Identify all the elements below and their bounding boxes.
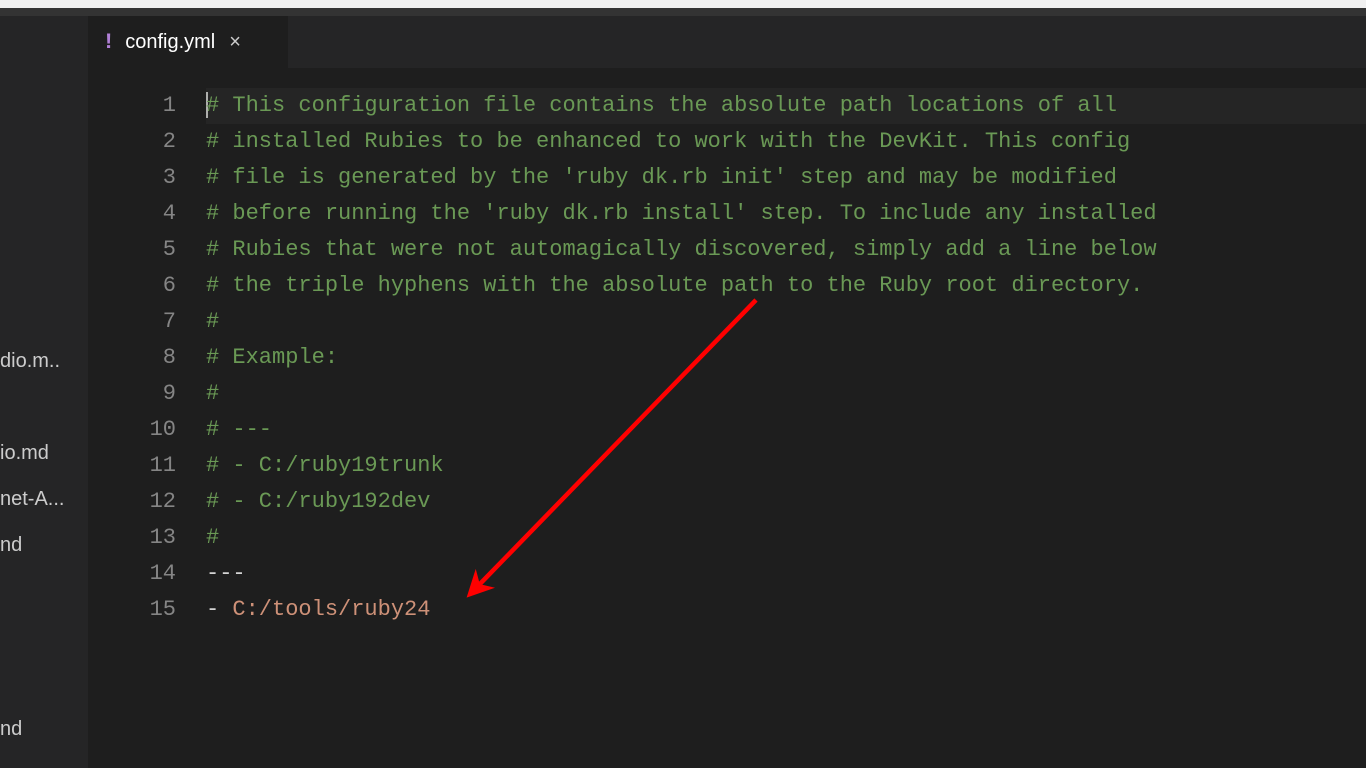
line-number: 10 bbox=[88, 412, 206, 448]
code-line[interactable]: # Example: bbox=[206, 340, 1366, 376]
code-token: --- bbox=[206, 561, 246, 586]
code-line[interactable]: # - C:/ruby19trunk bbox=[206, 448, 1366, 484]
editor-group: ! config.yml × 123456789101112131415 # T… bbox=[88, 16, 1366, 768]
code-token: # bbox=[206, 525, 219, 550]
line-number: 1 bbox=[88, 88, 206, 124]
code-line[interactable]: - C:/tools/ruby24 bbox=[206, 592, 1366, 628]
sidebar-file-fragment[interactable] bbox=[0, 384, 88, 430]
window-frame-top bbox=[0, 0, 1366, 8]
line-number: 14 bbox=[88, 556, 206, 592]
code-token: # - C:/ruby19trunk bbox=[206, 453, 444, 478]
sidebar-file-fragment[interactable]: net-A... bbox=[0, 476, 88, 522]
line-number: 12 bbox=[88, 484, 206, 520]
sidebar-file-fragment[interactable] bbox=[0, 660, 88, 706]
code-token: # bbox=[206, 309, 219, 334]
code-body[interactable]: # This configuration file contains the a… bbox=[206, 88, 1366, 768]
code-line[interactable]: # bbox=[206, 376, 1366, 412]
code-token: # the triple hyphens with the absolute p… bbox=[206, 273, 1143, 298]
tab-bar: ! config.yml × bbox=[88, 16, 1366, 68]
code-token: # --- bbox=[206, 417, 272, 442]
code-line[interactable]: # bbox=[206, 520, 1366, 556]
tab-config-yml[interactable]: ! config.yml × bbox=[88, 16, 288, 68]
code-line[interactable]: # before running the 'ruby dk.rb install… bbox=[206, 196, 1366, 232]
sidebar-file-fragment[interactable]: nd bbox=[0, 706, 88, 752]
sidebar-file-fragment[interactable] bbox=[0, 292, 88, 338]
code-line[interactable]: # Rubies that were not automagically dis… bbox=[206, 232, 1366, 268]
line-number: 3 bbox=[88, 160, 206, 196]
code-token: # before running the 'ruby dk.rb install… bbox=[206, 201, 1157, 226]
code-token: # file is generated by the 'ruby dk.rb i… bbox=[206, 165, 1117, 190]
code-token: # Rubies that were not automagically dis… bbox=[206, 237, 1157, 262]
code-area[interactable]: 123456789101112131415 # This configurati… bbox=[88, 68, 1366, 768]
line-number: 7 bbox=[88, 304, 206, 340]
side-panel-fragment: dio.m..io.mdnet-A...ndnd bbox=[0, 16, 88, 768]
code-line[interactable]: --- bbox=[206, 556, 1366, 592]
sidebar-file-fragment[interactable]: io.md bbox=[0, 430, 88, 476]
code-line[interactable]: # file is generated by the 'ruby dk.rb i… bbox=[206, 160, 1366, 196]
yaml-file-icon: ! bbox=[102, 30, 115, 55]
code-line[interactable]: # This configuration file contains the a… bbox=[206, 88, 1366, 124]
line-number-gutter: 123456789101112131415 bbox=[88, 88, 206, 768]
line-number: 4 bbox=[88, 196, 206, 232]
editor-workspace: dio.m..io.mdnet-A...ndnd ! config.yml × … bbox=[0, 16, 1366, 768]
code-token: C:/tools/ruby24 bbox=[232, 597, 430, 622]
code-line[interactable]: # bbox=[206, 304, 1366, 340]
code-line[interactable]: # the triple hyphens with the absolute p… bbox=[206, 268, 1366, 304]
line-number: 8 bbox=[88, 340, 206, 376]
code-token: # Example: bbox=[206, 345, 338, 370]
sidebar-file-fragment[interactable]: nd bbox=[0, 522, 88, 568]
tab-title: config.yml bbox=[125, 31, 215, 54]
line-number: 2 bbox=[88, 124, 206, 160]
line-number: 9 bbox=[88, 376, 206, 412]
line-number: 5 bbox=[88, 232, 206, 268]
sidebar-file-fragment[interactable]: dio.m.. bbox=[0, 338, 88, 384]
line-number: 6 bbox=[88, 268, 206, 304]
code-token: # This configuration file contains the a… bbox=[206, 93, 1117, 118]
line-number: 13 bbox=[88, 520, 206, 556]
sidebar-file-fragment[interactable] bbox=[0, 568, 88, 614]
sidebar-file-fragment[interactable] bbox=[0, 614, 88, 660]
code-token: # bbox=[206, 381, 219, 406]
close-icon[interactable]: × bbox=[225, 29, 245, 56]
line-number: 15 bbox=[88, 592, 206, 628]
line-number: 11 bbox=[88, 448, 206, 484]
title-bar-strip bbox=[0, 8, 1366, 16]
code-line[interactable]: # - C:/ruby192dev bbox=[206, 484, 1366, 520]
code-line[interactable]: # installed Rubies to be enhanced to wor… bbox=[206, 124, 1366, 160]
code-token: # - C:/ruby192dev bbox=[206, 489, 430, 514]
code-token: - bbox=[206, 597, 232, 622]
code-token: # installed Rubies to be enhanced to wor… bbox=[206, 129, 1130, 154]
code-line[interactable]: # --- bbox=[206, 412, 1366, 448]
